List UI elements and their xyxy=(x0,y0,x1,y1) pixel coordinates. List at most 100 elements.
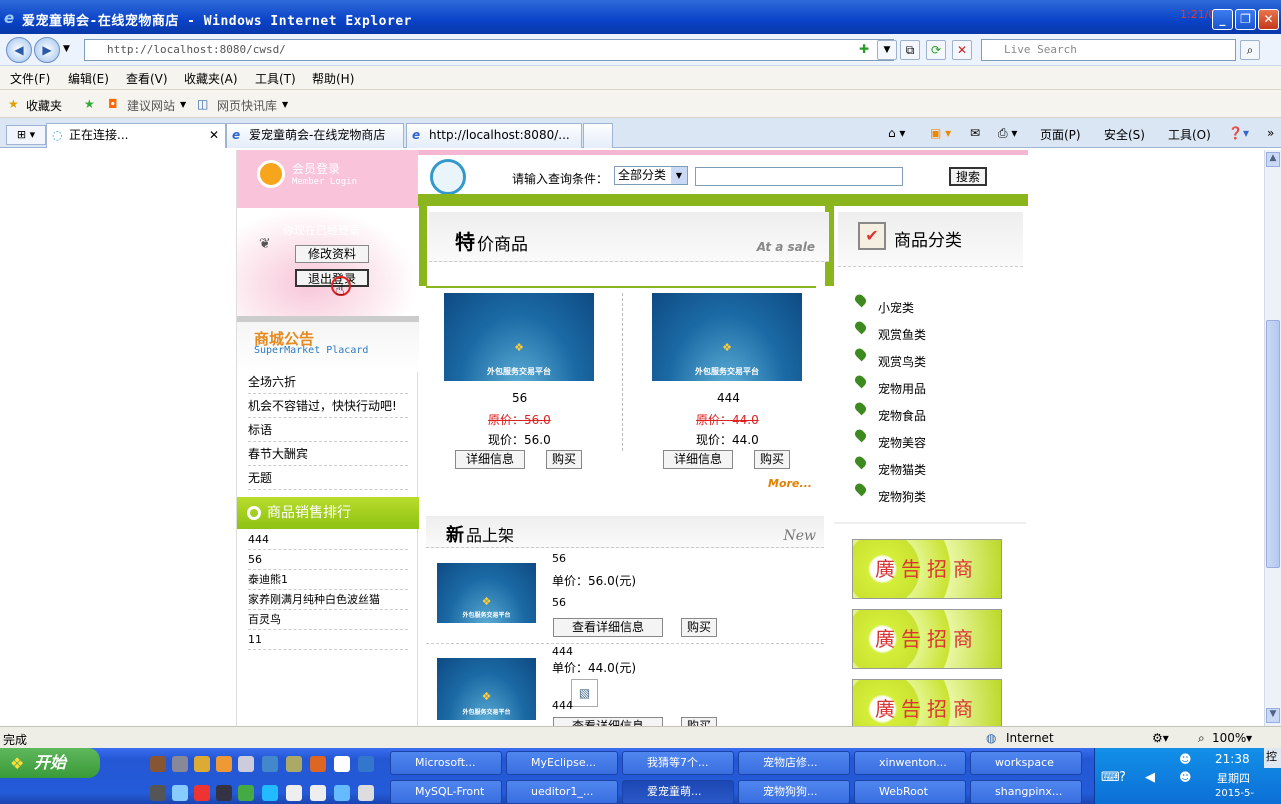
category-item[interactable]: 宠物猫类 xyxy=(878,461,926,478)
stop-icon[interactable]: ✕ xyxy=(952,40,972,60)
quick-launch-icon[interactable] xyxy=(358,785,374,801)
menu-view[interactable]: 查看(V) xyxy=(126,70,168,87)
buy-button[interactable]: 购买 xyxy=(546,450,582,469)
taskbar-item[interactable]: MySQL-Front xyxy=(390,780,502,804)
category-item[interactable]: 宠物食品 xyxy=(878,407,926,424)
compat-view-icon[interactable]: ⧉ xyxy=(900,40,920,60)
sales-item[interactable]: 11 xyxy=(248,630,408,650)
suggested-sites-link[interactable]: 建议网站 xyxy=(127,97,175,114)
more-link[interactable]: More... xyxy=(768,477,812,490)
view-detail-button[interactable]: 查看详细信息 xyxy=(553,618,663,637)
compat-icon[interactable]: ✚ xyxy=(854,40,874,60)
help-icon[interactable]: ❓▾ xyxy=(1228,126,1249,140)
close-button[interactable]: ✕ xyxy=(1258,9,1279,30)
sales-item[interactable]: 444 xyxy=(248,530,408,550)
new-product-image[interactable]: ❖ 外包服务交易平台 xyxy=(437,563,536,623)
quick-launch-icon[interactable] xyxy=(334,785,350,801)
quick-launch-icon[interactable] xyxy=(334,756,350,772)
mail-icon[interactable]: ✉ xyxy=(970,126,980,140)
ad-banner[interactable]: 廣告招商 xyxy=(852,539,1002,599)
menu-help[interactable]: 帮助(H) xyxy=(312,70,354,87)
quick-launch-icon[interactable] xyxy=(150,756,166,772)
quick-launch-icon[interactable] xyxy=(172,785,188,801)
menu-tools[interactable]: 工具(T) xyxy=(255,70,296,87)
taskbar-item[interactable]: 宠物狗狗... xyxy=(738,780,850,804)
taskbar-item[interactable]: ueditor1_... xyxy=(506,780,618,804)
product-image[interactable]: ❖ 外包服务交易平台 xyxy=(652,293,802,381)
sales-item[interactable]: 百灵鸟 xyxy=(248,610,408,630)
quick-launch-icon[interactable] xyxy=(172,756,188,772)
quick-launch-icon[interactable] xyxy=(150,785,166,801)
notice-item[interactable]: 全场六折 xyxy=(248,371,408,394)
forward-button[interactable]: ▶ xyxy=(34,37,60,63)
page-menu[interactable]: 页面(P) xyxy=(1040,126,1081,143)
new-tab-button[interactable] xyxy=(583,123,613,148)
qq-icon[interactable]: ☻ xyxy=(1179,752,1192,766)
category-item[interactable]: 宠物美容 xyxy=(878,434,926,451)
quick-launch-icon[interactable] xyxy=(358,756,374,772)
quick-launch-icon[interactable] xyxy=(286,785,302,801)
new-product-image[interactable]: ❖ 外包服务交易平台 xyxy=(437,658,536,720)
scroll-down-icon[interactable]: ▼ xyxy=(1266,708,1280,723)
quick-launch-icon[interactable] xyxy=(310,785,326,801)
back-button[interactable]: ◀ xyxy=(6,37,32,63)
category-select[interactable]: 全部分类 ▼ xyxy=(614,166,688,185)
category-item[interactable]: 宠物用品 xyxy=(878,380,926,397)
tab-connecting[interactable]: ◌ 正在连接... ✕ xyxy=(46,123,226,148)
view-detail-button[interactable]: 查看详细信息 xyxy=(553,717,663,726)
buy-button[interactable]: 购买 xyxy=(681,618,717,637)
menu-edit[interactable]: 编辑(E) xyxy=(68,70,109,87)
notice-item[interactable]: 机会不容错过，快快行动吧! xyxy=(248,395,408,418)
print-icon[interactable]: ⎙ ▾ xyxy=(998,126,1017,141)
url-field[interactable]: http://localhost:8080/cwsd/ xyxy=(84,39,894,61)
live-search-input[interactable]: Live Search xyxy=(981,39,1236,61)
protected-mode-icon[interactable]: ⚙▾ xyxy=(1152,731,1169,745)
quick-launch-icon[interactable] xyxy=(238,785,254,801)
qq-icon[interactable]: ☻ xyxy=(1179,770,1192,784)
vertical-scrollbar[interactable]: ▲ ▼ xyxy=(1264,150,1281,726)
category-item[interactable]: 宠物狗类 xyxy=(878,488,926,505)
add-favorite-icon[interactable]: ★ xyxy=(84,97,95,111)
taskbar-item[interactable]: Microsoft... xyxy=(390,751,502,775)
tab-close-icon[interactable]: ✕ xyxy=(209,124,219,147)
zoom-level[interactable]: 100% xyxy=(1212,731,1246,745)
taskbar-item-active[interactable]: 爱宠童萌... xyxy=(622,780,734,804)
refresh-icon[interactable]: ⟳ xyxy=(926,40,946,60)
taskbar-item[interactable]: xinwenton... xyxy=(854,751,966,775)
detail-button[interactable]: 详细信息 xyxy=(455,450,525,469)
more-chevron-icon[interactable]: » xyxy=(1267,126,1274,140)
keyboard-icon[interactable]: ⌨ xyxy=(1101,770,1120,785)
url-dropdown-icon[interactable]: ▼ xyxy=(877,40,897,60)
quick-launch-icon[interactable] xyxy=(238,756,254,772)
maximize-button[interactable]: ❐ xyxy=(1235,9,1256,30)
sales-item[interactable]: 泰迪熊1 xyxy=(248,570,408,590)
taskbar-item[interactable]: 宠物店修... xyxy=(738,751,850,775)
menu-favorites[interactable]: 收藏夹(A) xyxy=(184,70,238,87)
keyword-input[interactable] xyxy=(695,167,903,186)
tab-localhost[interactable]: e http://localhost:8080/... xyxy=(406,123,582,148)
quick-launch-icon[interactable] xyxy=(194,756,210,772)
tools-menu[interactable]: 工具(O) xyxy=(1168,126,1211,143)
quick-launch-icon[interactable] xyxy=(262,785,278,801)
favorites-button[interactable]: 收藏夹 xyxy=(26,97,62,114)
quick-launch-icon[interactable] xyxy=(216,756,232,772)
help-icon[interactable]: ? xyxy=(1119,770,1126,785)
sales-item[interactable]: 56 xyxy=(248,550,408,570)
start-button[interactable]: ❖ 开始 xyxy=(0,748,100,778)
quick-launch-icon[interactable] xyxy=(262,756,278,772)
quick-launch-icon[interactable] xyxy=(216,785,232,801)
taskbar-item[interactable]: 我猜等7个... xyxy=(622,751,734,775)
sales-item[interactable]: 家养刚满月纯种白色波丝猫 xyxy=(248,590,408,610)
tab-pet-store[interactable]: e 爱宠童萌会-在线宠物商店 xyxy=(226,123,404,148)
category-item[interactable]: 小宠类 xyxy=(878,299,914,316)
taskbar-item[interactable]: WebRoot xyxy=(854,780,966,804)
menu-file[interactable]: 文件(F) xyxy=(10,70,50,87)
notice-item[interactable]: 无题 xyxy=(248,467,408,490)
quick-tabs-icon[interactable]: ⊞ ▾ xyxy=(6,125,46,145)
scroll-thumb[interactable] xyxy=(1266,320,1280,568)
quick-launch-icon[interactable] xyxy=(310,756,326,772)
modify-profile-button[interactable]: 修改资料 xyxy=(295,245,369,263)
scroll-up-icon[interactable]: ▲ xyxy=(1266,152,1280,167)
search-icon[interactable]: ⌕ xyxy=(1240,40,1260,60)
notice-item[interactable]: 标语 xyxy=(248,419,408,442)
